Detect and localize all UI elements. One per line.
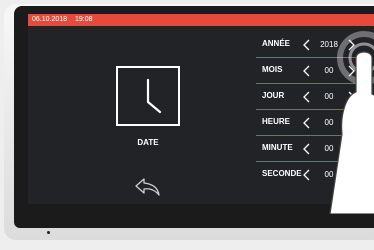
chevron-left-icon[interactable] (300, 89, 314, 105)
indicator-dot (47, 231, 50, 234)
chevron-right-icon[interactable] (344, 37, 358, 53)
chevron-left-icon[interactable] (300, 115, 314, 131)
chevron-right-icon[interactable] (344, 89, 358, 105)
row-label: ANNÉE (262, 39, 291, 48)
row-value: 2018 (320, 40, 338, 49)
row-label: SECONDE (262, 169, 302, 178)
row-seconde: SECONDE 00 (256, 162, 360, 188)
status-bar: 06.10.2018 19:08 (28, 14, 374, 26)
chevron-left-icon[interactable] (300, 167, 314, 183)
row-value: 00 (324, 118, 334, 127)
row-value: 00 (324, 170, 334, 179)
row-label: JOUR (262, 91, 285, 100)
row-value: 00 (324, 144, 334, 153)
chevron-right-icon[interactable] (344, 141, 358, 157)
row-annee: ANNÉE 2018 (256, 32, 360, 58)
chevron-left-icon[interactable] (300, 63, 314, 79)
chevron-right-icon[interactable] (344, 115, 358, 131)
date-label: DATE (137, 138, 159, 147)
row-label: MINUTE (262, 143, 293, 152)
status-time: 19:08 (75, 16, 93, 23)
row-label: MOIS (262, 65, 283, 74)
row-label: HEURE (262, 117, 291, 126)
chevron-left-icon[interactable] (300, 141, 314, 157)
date-time-settings: ANNÉE 2018 MOIS 00 JOUR 00 HEURE 00 MINU… (256, 32, 360, 188)
row-jour: JOUR 00 (256, 84, 360, 110)
row-minute: MINUTE 00 (256, 136, 360, 162)
back-arrow-icon (135, 178, 160, 196)
chevron-right-icon[interactable] (344, 167, 358, 183)
row-mois: MOIS 00 (256, 58, 360, 84)
row-value: 00 (324, 66, 334, 75)
row-value: 00 (324, 92, 334, 101)
screen: 06.10.2018 19:08 DATE ANNÉE 2018 MOIS 00… (28, 14, 374, 204)
chevron-right-icon[interactable] (344, 63, 358, 79)
status-date: 06.10.2018 (32, 16, 68, 23)
back-button[interactable] (134, 176, 162, 198)
clock-icon (116, 66, 180, 126)
row-heure: HEURE 00 (256, 110, 360, 136)
chevron-left-icon[interactable] (300, 37, 314, 53)
